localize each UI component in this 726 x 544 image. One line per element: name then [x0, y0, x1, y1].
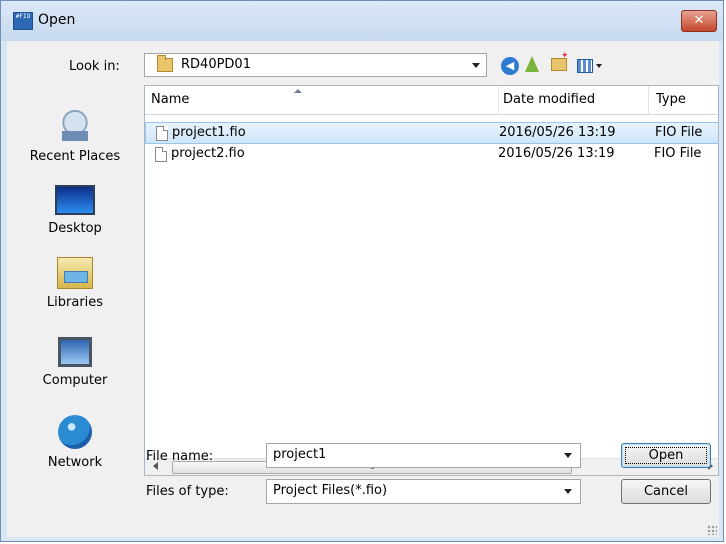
folder-icon	[157, 55, 173, 72]
recent-places-icon	[56, 109, 94, 143]
new-folder-icon[interactable]	[551, 51, 569, 71]
file-icon	[156, 126, 168, 141]
file-icon	[155, 147, 167, 162]
views-dropdown-arrow-icon[interactable]	[596, 64, 602, 68]
open-dialog: #FIO Open ✕ Look in: RD40PD01 ◀ Recent P…	[0, 0, 724, 542]
file-name: project2.fio	[171, 146, 245, 161]
place-label: Desktop	[48, 221, 102, 236]
file-name-field[interactable]: project1	[266, 443, 581, 468]
table-row[interactable]: project1.fio 2016/05/26 13:19 FIO File	[145, 122, 718, 144]
computer-icon	[58, 337, 92, 367]
place-computer[interactable]: Computer	[7, 337, 143, 388]
look-in-dropdown[interactable]: RD40PD01	[144, 53, 487, 77]
file-date-modified: 2016/05/26 13:19	[498, 146, 615, 161]
place-desktop[interactable]: Desktop	[7, 185, 143, 236]
file-name: project1.fio	[172, 125, 246, 140]
place-network[interactable]: Network	[7, 415, 143, 470]
look-in-value: RD40PD01	[181, 57, 251, 72]
place-label: Network	[47, 455, 103, 470]
table-row[interactable]: project2.fio 2016/05/26 13:19 FIO File	[145, 144, 718, 166]
title-bar[interactable]: #FIO Open ✕	[1, 1, 723, 41]
place-libraries[interactable]: Libraries	[7, 257, 143, 310]
focus-rectangle	[625, 447, 707, 464]
app-icon: #FIO	[13, 12, 33, 30]
places-bar: Recent Places Desktop Libraries Computer…	[7, 85, 143, 475]
list-header: Name Date modified Type	[145, 86, 718, 115]
close-button[interactable]: ✕	[681, 10, 717, 32]
file-name-value: project1	[273, 447, 327, 462]
file-type-value: Project Files(*.fio)	[273, 483, 388, 498]
file-name-label: File name:	[146, 449, 214, 464]
back-icon[interactable]: ◀	[501, 57, 519, 75]
cancel-button[interactable]: Cancel	[621, 479, 711, 504]
file-type-label: Files of type:	[146, 484, 229, 499]
views-menu-icon[interactable]	[577, 59, 593, 73]
dialog-body: Look in: RD40PD01 ◀ Recent Places Deskto…	[7, 41, 719, 537]
libraries-icon	[57, 257, 93, 289]
up-folder-icon[interactable]	[525, 56, 539, 72]
file-list[interactable]: Name Date modified Type project1.fio 201…	[144, 85, 719, 476]
column-header-type[interactable]: Type	[648, 86, 718, 114]
desktop-icon	[55, 185, 95, 215]
place-label: Computer	[42, 373, 108, 388]
file-date-modified: 2016/05/26 13:19	[499, 125, 616, 140]
window-title: Open	[38, 12, 76, 28]
look-in-label: Look in:	[69, 59, 120, 74]
file-type: FIO File	[655, 125, 703, 140]
chevron-down-icon[interactable]	[564, 453, 572, 458]
sort-ascending-icon	[294, 89, 302, 93]
place-label: Recent Places	[29, 149, 121, 164]
open-button[interactable]: Open	[621, 443, 711, 468]
network-icon	[58, 415, 92, 449]
file-type-dropdown[interactable]: Project Files(*.fio)	[266, 479, 581, 504]
chevron-down-icon[interactable]	[564, 489, 572, 494]
chevron-down-icon[interactable]	[472, 63, 480, 68]
column-header-name-label: Name	[151, 92, 190, 107]
place-recent-places[interactable]: Recent Places	[7, 109, 143, 164]
file-type: FIO File	[654, 146, 702, 161]
cancel-button-label: Cancel	[643, 484, 689, 499]
column-header-date-modified[interactable]: Date modified	[498, 86, 648, 114]
place-label: Libraries	[46, 295, 104, 310]
column-header-name[interactable]: Name	[151, 86, 493, 114]
resize-grip-icon[interactable]	[707, 525, 717, 535]
